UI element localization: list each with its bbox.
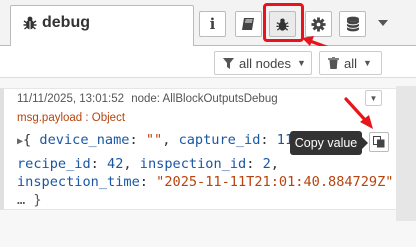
book-icon xyxy=(242,18,254,30)
tooltip-text: Copy value xyxy=(294,136,358,150)
trash-icon xyxy=(328,57,339,69)
chevron-down-icon xyxy=(378,20,388,26)
payload-value[interactable]: 11 xyxy=(277,132,290,148)
payload-line-3: inspection_time: "2025-11-11T21:01:40.88… xyxy=(17,174,394,190)
message-topic: msg.payload : Object xyxy=(17,112,126,124)
payload-line-2: recipe_id: 42, inspection_id: 2, xyxy=(17,156,279,172)
payload-key: inspection_time xyxy=(17,174,140,190)
brace-open: { xyxy=(23,132,40,148)
clear-messages-label: all xyxy=(344,55,358,71)
message-timestamp: 11/11/2025, 13:01:52 xyxy=(17,93,125,105)
filter-icon xyxy=(223,57,234,69)
payload-value[interactable]: "" xyxy=(146,132,162,148)
info-icon: i xyxy=(209,15,216,33)
message-node-link[interactable]: node: AllBlockOutputsDebug xyxy=(131,93,277,105)
red-arrow-icon xyxy=(344,97,373,129)
payload-key: inspection_id xyxy=(139,156,247,172)
node-filter-select[interactable]: all nodes ▼ xyxy=(214,51,312,75)
tab-debug-label: debug xyxy=(42,14,90,31)
copy-value-button[interactable] xyxy=(369,132,389,152)
info-tab-button[interactable]: i xyxy=(199,11,226,37)
payload-key: capture_id xyxy=(178,132,261,148)
help-tab-button[interactable] xyxy=(235,11,262,37)
gear-icon xyxy=(311,16,326,32)
scrollbar[interactable] xyxy=(396,86,416,221)
tooltip-pointer xyxy=(362,137,368,149)
payload-close: … } xyxy=(17,192,42,208)
copy-icon xyxy=(373,136,385,148)
message-meta: 11/11/2025, 13:01:52 node: AllBlockOutpu… xyxy=(17,93,278,105)
caret-down-icon: ▼ xyxy=(297,58,306,68)
payload-value[interactable]: 2 xyxy=(263,156,271,172)
payload-key: recipe_id xyxy=(17,156,91,172)
bug-icon xyxy=(23,16,37,30)
payload-line-1: ▶{ device_name: "", capture_id: 11 xyxy=(17,131,290,155)
node-filter-label: all nodes xyxy=(239,55,292,71)
payload-value[interactable]: 42 xyxy=(107,156,123,172)
caret-down-icon: ▼ xyxy=(363,58,372,68)
database-icon xyxy=(346,16,359,32)
tab-menu-button[interactable] xyxy=(376,16,390,30)
payload-key: device_name xyxy=(39,132,130,148)
message-left-border xyxy=(0,88,4,210)
payload-value[interactable]: "2025-11-11T21:01:40.884729Z" xyxy=(156,174,393,190)
clear-messages-button[interactable]: all ▼ xyxy=(319,51,382,75)
